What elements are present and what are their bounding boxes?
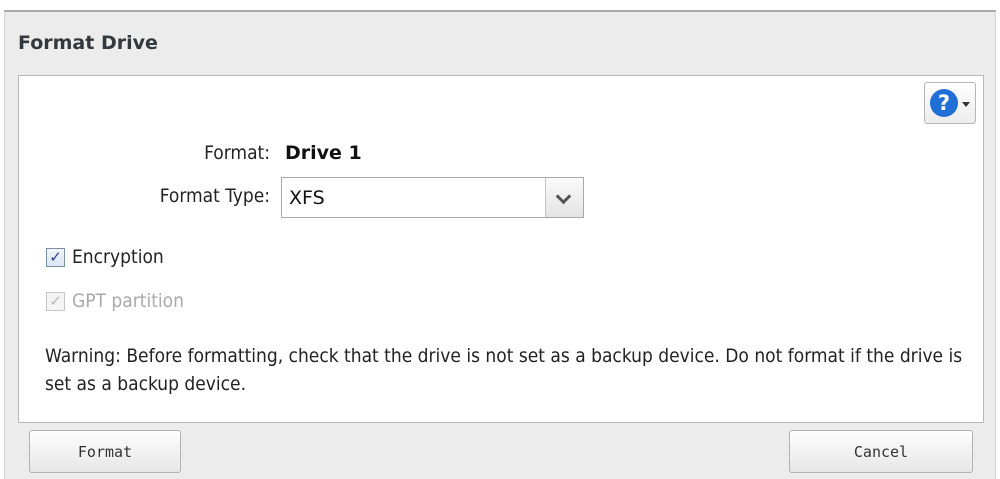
format-type-selected-value: XFS: [289, 187, 325, 209]
caret-down-icon: [962, 101, 970, 107]
format-type-select[interactable]: XFS: [281, 177, 584, 218]
dialog-title-bar: Format Drive: [5, 12, 995, 74]
format-type-dropdown-button[interactable]: [545, 178, 583, 217]
dialog-title: Format Drive: [18, 32, 158, 54]
format-drive-value: Drive 1: [285, 142, 362, 164]
gpt-partition-option: ✓ GPT partition: [46, 288, 184, 314]
cancel-button[interactable]: Cancel: [789, 430, 973, 473]
format-label: Format:: [204, 142, 270, 164]
dialog-content-panel: ? Format: Drive 1 Format Type: XFS ✓ Enc…: [18, 75, 984, 423]
encryption-option[interactable]: ✓ Encryption: [46, 244, 164, 270]
format-drive-dialog: Format Drive ? Format: Drive 1 Format Ty…: [4, 10, 996, 479]
warning-text: Warning: Before formatting, check that t…: [45, 345, 963, 395]
chevron-down-icon: [555, 188, 572, 205]
encryption-label[interactable]: Encryption: [72, 246, 164, 268]
gpt-partition-label: GPT partition: [72, 290, 184, 312]
help-question-icon: ?: [930, 89, 958, 117]
format-button[interactable]: Format: [29, 430, 181, 473]
gpt-partition-checkbox: ✓: [46, 291, 65, 311]
help-menu-button[interactable]: ?: [924, 82, 976, 124]
encryption-checkbox[interactable]: ✓: [46, 247, 65, 267]
format-type-label: Format Type:: [159, 185, 270, 207]
